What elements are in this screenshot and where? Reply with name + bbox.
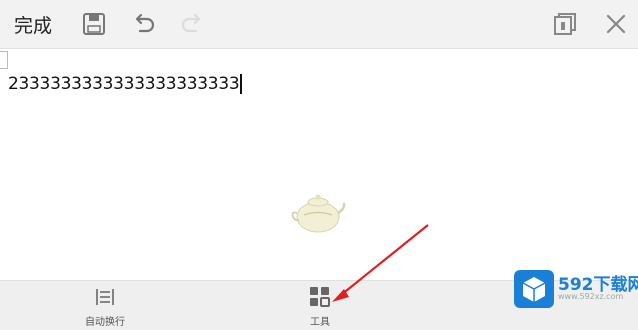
tools-grid-icon — [310, 287, 330, 307]
done-button[interactable]: 完成 — [14, 11, 52, 38]
teapot-mascot-icon — [291, 194, 346, 233]
line-gutter-marker — [0, 51, 8, 69]
word-wrap-button[interactable]: 自动换行 — [75, 287, 135, 328]
close-icon[interactable] — [602, 10, 630, 38]
redo-icon[interactable] — [178, 10, 206, 38]
copy-icon[interactable] — [551, 10, 579, 38]
save-icon[interactable] — [80, 10, 108, 38]
undo-icon[interactable] — [130, 10, 158, 38]
watermark-logo-icon — [514, 270, 554, 308]
site-watermark: 592下载网 www.592xz.com — [512, 268, 638, 326]
editor-text-line[interactable]: 2333333333333333333333 — [8, 74, 242, 94]
watermark-url: www.592xz.com — [558, 292, 624, 301]
word-wrap-label: 自动换行 — [85, 317, 125, 328]
text-cursor — [240, 74, 242, 94]
tools-button[interactable]: 工具 — [290, 287, 350, 328]
editor-content: 2333333333333333333333 — [8, 74, 240, 94]
word-wrap-icon — [96, 289, 114, 305]
top-toolbar: 完成 — [0, 0, 638, 49]
tools-label: 工具 — [310, 317, 330, 328]
text-editor[interactable]: 2333333333333333333333 — [0, 49, 638, 280]
